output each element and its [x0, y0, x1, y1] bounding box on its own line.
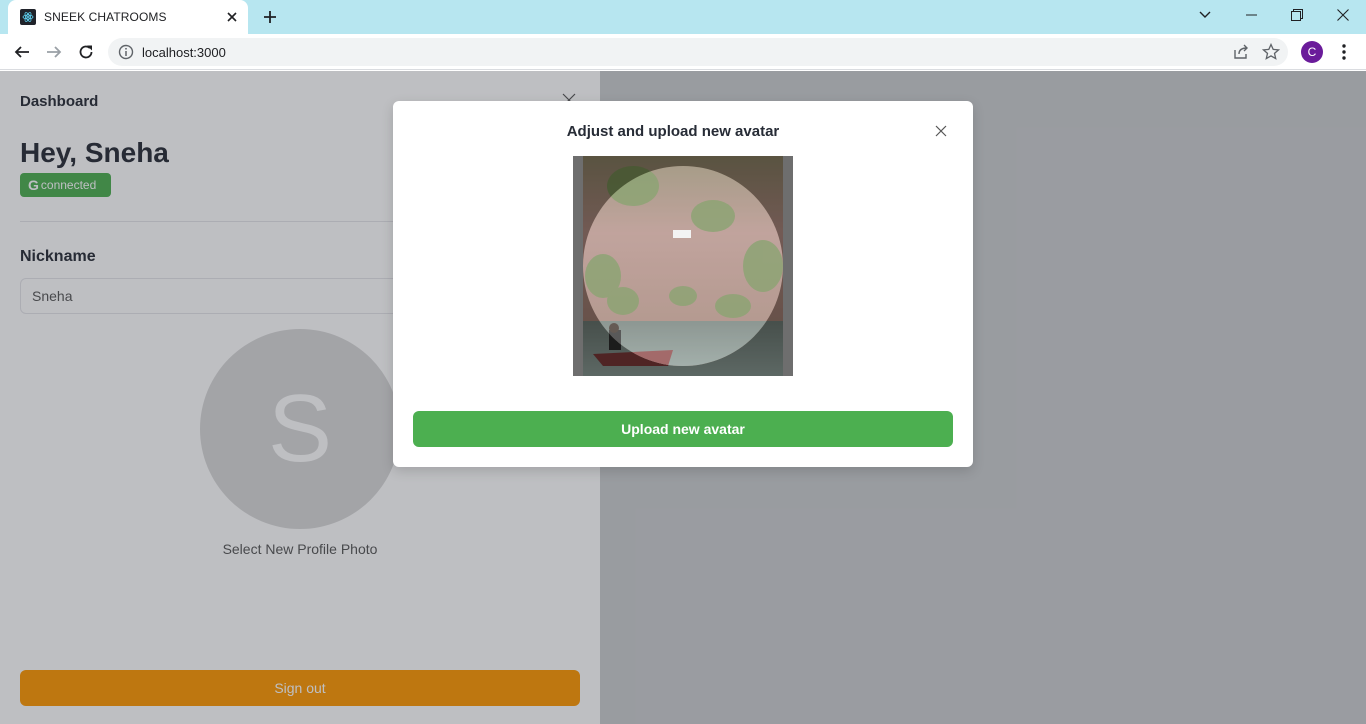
modal-close-icon[interactable] — [935, 124, 949, 138]
modal-title: Adjust and upload new avatar — [566, 123, 780, 140]
browser-tab[interactable]: SNEEK CHATROOMS — [8, 0, 248, 34]
browser-menu-icon[interactable] — [1334, 41, 1354, 63]
avatar-upload-modal: Adjust and upload new avatar Upload new … — [393, 101, 973, 467]
window-close-icon[interactable] — [1320, 0, 1366, 30]
profile-avatar[interactable]: C — [1301, 41, 1323, 63]
browser-tabstrip: SNEEK CHATROOMS — [0, 0, 1366, 34]
avatar-preview-image — [573, 156, 793, 376]
address-bar[interactable]: localhost:3000 — [108, 38, 1288, 66]
minimize-icon[interactable] — [1228, 0, 1274, 30]
tab-title: SNEEK CHATROOMS — [44, 10, 167, 24]
new-tab-icon[interactable] — [258, 5, 282, 29]
tab-search-chevron-icon[interactable] — [1182, 0, 1228, 30]
reload-icon[interactable] — [72, 38, 100, 66]
site-info-icon[interactable] — [118, 44, 134, 60]
share-icon[interactable] — [1232, 43, 1250, 61]
browser-toolbar: localhost:3000 — [0, 34, 1366, 70]
forward-arrow-icon[interactable] — [40, 38, 68, 66]
restore-icon[interactable] — [1274, 0, 1320, 30]
tab-close-icon[interactable] — [224, 9, 240, 25]
url-text: localhost:3000 — [142, 45, 226, 60]
upload-avatar-button[interactable]: Upload new avatar — [413, 411, 953, 447]
avatar-crop-editor[interactable] — [573, 156, 793, 376]
back-arrow-icon[interactable] — [8, 38, 36, 66]
bookmark-star-icon[interactable] — [1261, 42, 1281, 61]
react-favicon-icon — [20, 9, 36, 25]
app-viewport: Dashboard Hey, Sneha G connected Nicknam… — [0, 71, 1366, 724]
